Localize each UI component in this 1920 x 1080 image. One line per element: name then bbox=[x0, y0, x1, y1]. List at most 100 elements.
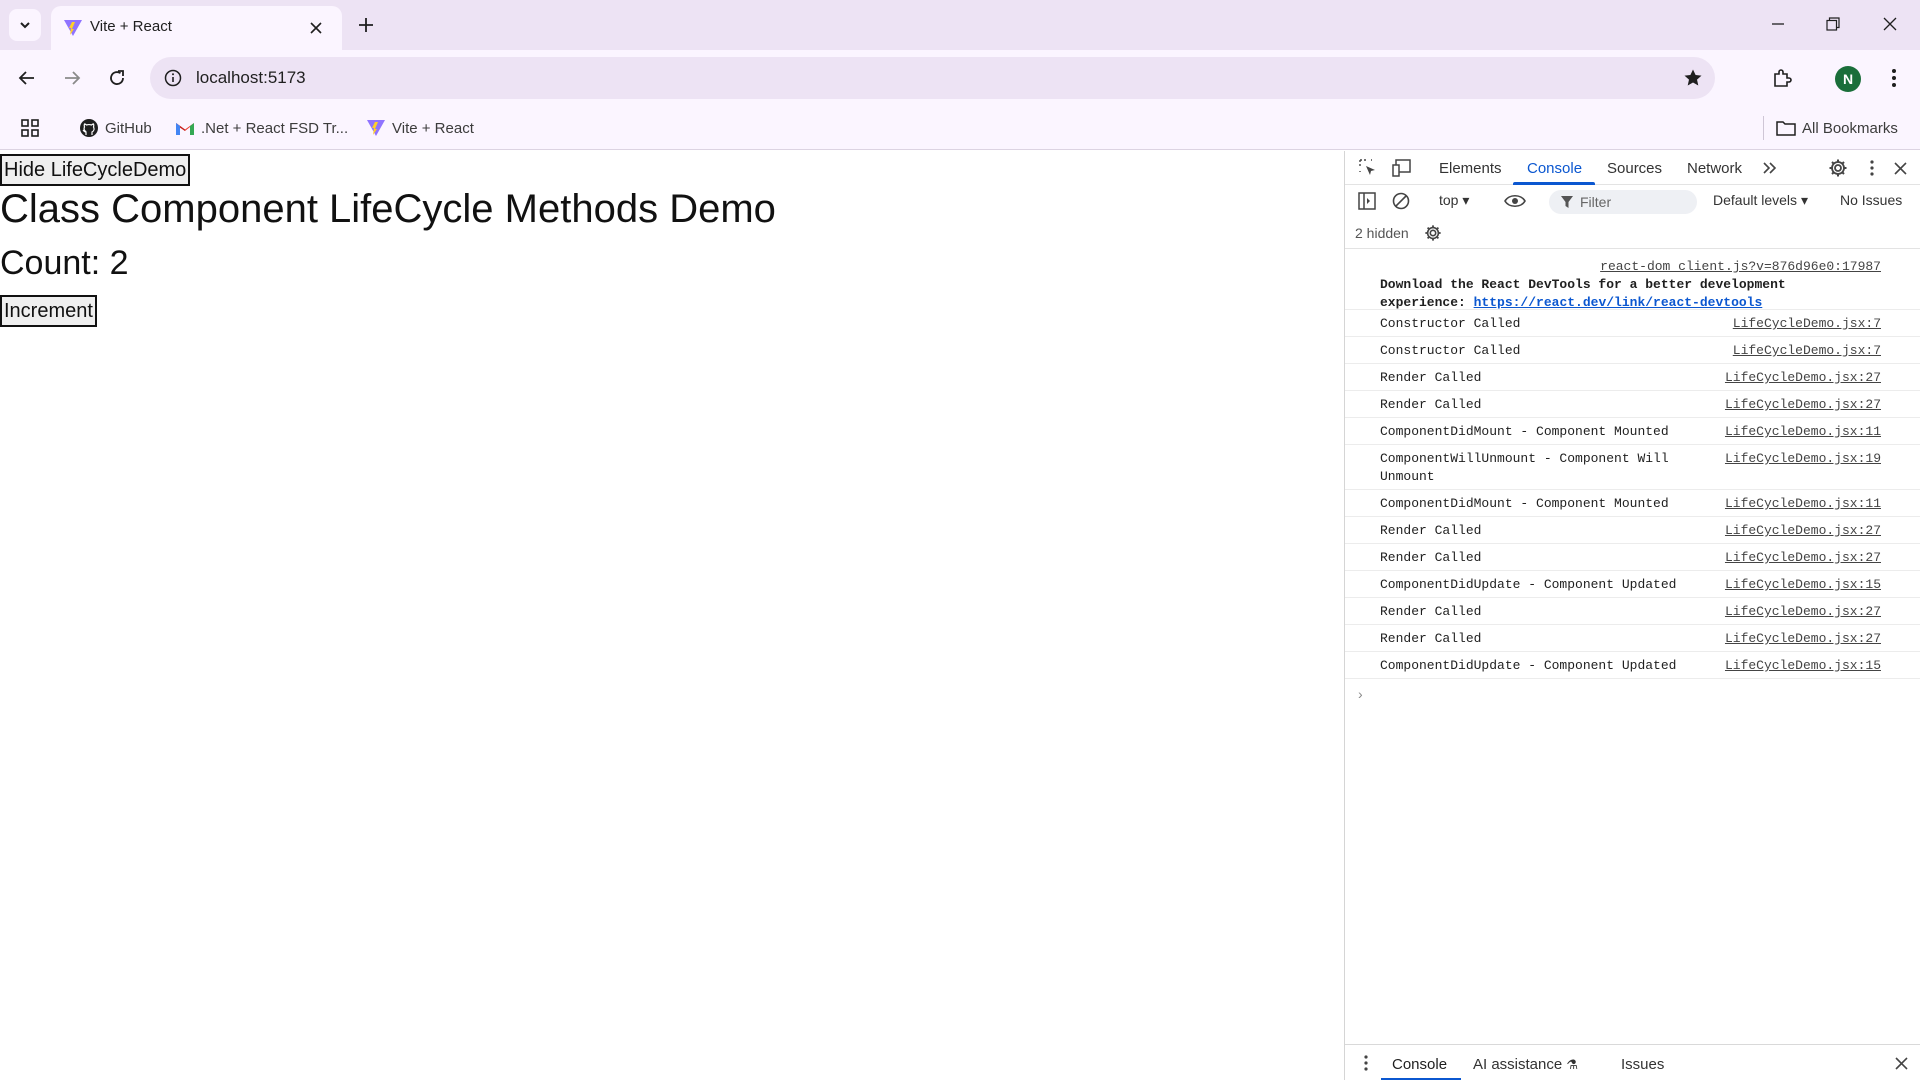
hide-lifecycle-demo-button[interactable]: Hide LifeCycleDemo bbox=[0, 154, 191, 186]
console-prompt[interactable]: › bbox=[1345, 679, 1920, 709]
message-source-link[interactable]: LifeCycleDemo.jsx:11 bbox=[1725, 495, 1881, 513]
console-message: Render Called LifeCycleDemo.jsx:27 bbox=[1345, 391, 1920, 418]
message-source-link[interactable]: LifeCycleDemo.jsx:7 bbox=[1733, 342, 1881, 360]
all-bookmarks-button[interactable]: All Bookmarks bbox=[1763, 116, 1898, 140]
arrow-left-icon bbox=[18, 71, 34, 85]
message-text: ComponentDidMount - Component Mounted bbox=[1380, 424, 1669, 439]
console-message: ComponentDidMount - Component Mounted Li… bbox=[1345, 418, 1920, 445]
devtools-settings-button[interactable] bbox=[1827, 157, 1849, 179]
browser-menu-button[interactable] bbox=[1881, 65, 1907, 91]
bookmark-label: Vite + React bbox=[392, 119, 474, 137]
clear-console-button[interactable] bbox=[1390, 190, 1412, 212]
message-source-link[interactable]: LifeCycleDemo.jsx:15 bbox=[1725, 657, 1881, 675]
context-label: top bbox=[1439, 192, 1459, 208]
tab-network[interactable]: Network bbox=[1687, 160, 1742, 177]
message-source-link[interactable]: LifeCycleDemo.jsx:27 bbox=[1725, 630, 1881, 648]
bookmark-github[interactable]: GitHub bbox=[79, 116, 152, 140]
filter-placeholder: Filter bbox=[1580, 194, 1612, 210]
console-message: ComponentDidMount - Component Mounted Li… bbox=[1345, 490, 1920, 517]
minimize-button[interactable] bbox=[1766, 12, 1790, 36]
message-source-link[interactable]: LifeCycleDemo.jsx:7 bbox=[1733, 315, 1881, 333]
gear-icon bbox=[1425, 225, 1441, 241]
profile-avatar[interactable]: N bbox=[1835, 66, 1861, 92]
bookmark-label: GitHub bbox=[105, 119, 152, 137]
console-settings-button[interactable] bbox=[1422, 222, 1444, 244]
drawer-tab-ai-assistance[interactable]: AI assistance ⚗ bbox=[1473, 1056, 1578, 1073]
message-source-link[interactable]: react-dom_client.js?v=876d96e0:17987 bbox=[1600, 258, 1881, 276]
close-drawer-button[interactable] bbox=[1890, 1052, 1912, 1074]
eye-icon bbox=[1504, 194, 1526, 208]
caret-down-icon: ▾ bbox=[1462, 192, 1470, 208]
hidden-messages-bar: 2 hidden bbox=[1345, 217, 1920, 249]
close-icon bbox=[1883, 17, 1897, 31]
bookmark-gmail[interactable]: .Net + React FSD Tr... bbox=[175, 116, 348, 140]
console-message: Constructor Called LifeCycleDemo.jsx:7 bbox=[1345, 337, 1920, 364]
console-message: react-dom_client.js?v=876d96e0:17987 Dow… bbox=[1345, 255, 1920, 310]
tab-console[interactable]: Console bbox=[1527, 160, 1582, 177]
info-icon bbox=[164, 69, 182, 87]
message-source-link[interactable]: LifeCycleDemo.jsx:27 bbox=[1725, 549, 1881, 567]
inspect-icon bbox=[1359, 159, 1375, 175]
back-button[interactable] bbox=[14, 65, 40, 91]
restore-button[interactable] bbox=[1821, 12, 1845, 36]
message-source-link[interactable]: LifeCycleDemo.jsx:27 bbox=[1725, 396, 1881, 414]
forward-button[interactable] bbox=[59, 65, 85, 91]
minimize-icon bbox=[1772, 23, 1784, 25]
console-log: react-dom_client.js?v=876d96e0:17987 Dow… bbox=[1345, 255, 1920, 709]
new-tab-button[interactable] bbox=[354, 13, 378, 37]
github-icon bbox=[79, 118, 99, 138]
tab-strip: Vite + React bbox=[0, 0, 1920, 50]
drawer-menu-button[interactable] bbox=[1355, 1052, 1377, 1074]
drawer-tab-console[interactable]: Console bbox=[1392, 1056, 1447, 1073]
tab-close-button[interactable] bbox=[306, 18, 326, 38]
context-selector[interactable]: top ▾ bbox=[1439, 192, 1469, 209]
message-text: Render Called bbox=[1380, 631, 1482, 646]
sidebar-toggle-button[interactable] bbox=[1356, 190, 1378, 212]
more-vertical-icon bbox=[1892, 69, 1896, 87]
close-devtools-button[interactable] bbox=[1889, 157, 1911, 179]
site-info-button[interactable] bbox=[162, 67, 184, 89]
message-source-link[interactable]: LifeCycleDemo.jsx:27 bbox=[1725, 522, 1881, 540]
log-levels-dropdown[interactable]: Default levels ▾ bbox=[1713, 192, 1808, 209]
message-source-link[interactable]: LifeCycleDemo.jsx:15 bbox=[1725, 576, 1881, 594]
message-text: Render Called bbox=[1380, 370, 1482, 385]
more-tabs-button[interactable] bbox=[1759, 157, 1781, 179]
browser-tab[interactable]: Vite + React bbox=[51, 6, 342, 50]
message-source-link[interactable]: LifeCycleDemo.jsx:27 bbox=[1725, 369, 1881, 387]
message-url-link[interactable]: https://react.dev/link/react-devtools bbox=[1474, 295, 1763, 310]
bookmark-star-button[interactable] bbox=[1681, 66, 1705, 90]
message-source-link[interactable]: LifeCycleDemo.jsx:27 bbox=[1725, 603, 1881, 621]
inspect-element-button[interactable] bbox=[1357, 157, 1379, 179]
drawer-tab-label: AI assistance bbox=[1473, 1056, 1563, 1073]
message-text: ComponentDidMount - Component Mounted bbox=[1380, 496, 1669, 511]
devtools-menu-button[interactable] bbox=[1861, 157, 1883, 179]
device-toolbar-button[interactable] bbox=[1391, 157, 1413, 179]
console-message: ComponentDidUpdate - Component Updated L… bbox=[1345, 652, 1920, 679]
address-bar[interactable]: localhost:5173 bbox=[150, 57, 1715, 99]
message-text: Download the React DevTools for a better… bbox=[1380, 276, 1820, 312]
message-source-link[interactable]: LifeCycleDemo.jsx:19 bbox=[1725, 450, 1881, 468]
message-source-link[interactable]: LifeCycleDemo.jsx:11 bbox=[1725, 423, 1881, 441]
live-expression-button[interactable] bbox=[1504, 190, 1526, 212]
url-text[interactable]: localhost:5173 bbox=[196, 68, 306, 88]
devtools-drawer: Console AI assistance ⚗ Issues bbox=[1345, 1044, 1920, 1080]
caret-down-icon: ▾ bbox=[1800, 192, 1808, 208]
increment-button[interactable]: Increment bbox=[0, 295, 97, 327]
reload-button[interactable] bbox=[104, 65, 130, 91]
gear-icon bbox=[1829, 159, 1847, 177]
console-message: Render Called LifeCycleDemo.jsx:27 bbox=[1345, 625, 1920, 652]
extensions-button[interactable] bbox=[1769, 65, 1795, 91]
tab-sources[interactable]: Sources bbox=[1607, 160, 1662, 177]
message-text: Render Called bbox=[1380, 523, 1482, 538]
tab-search-button[interactable] bbox=[9, 9, 41, 41]
console-filter-input[interactable]: Filter bbox=[1549, 190, 1697, 214]
drawer-tab-issues[interactable]: Issues bbox=[1621, 1056, 1664, 1073]
filter-icon bbox=[1561, 196, 1573, 208]
tab-elements[interactable]: Elements bbox=[1439, 160, 1502, 177]
apps-button[interactable] bbox=[20, 116, 40, 140]
plus-icon bbox=[359, 18, 373, 32]
bookmark-label: .Net + React FSD Tr... bbox=[201, 119, 349, 137]
bookmark-vite-react[interactable]: Vite + React bbox=[366, 116, 474, 140]
close-window-button[interactable] bbox=[1878, 12, 1902, 36]
issues-counter[interactable]: No Issues bbox=[1840, 192, 1902, 208]
